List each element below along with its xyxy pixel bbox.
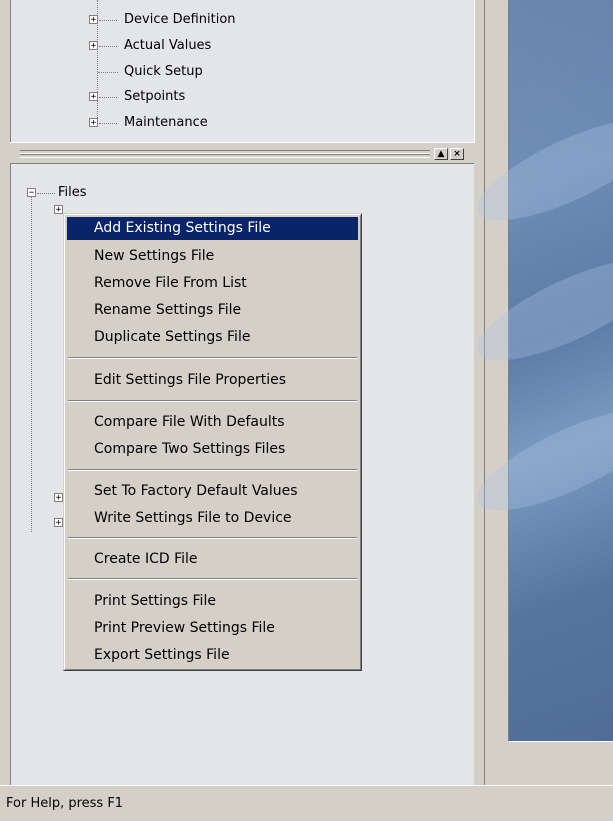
- tree-item-label[interactable]: Setpoints: [124, 87, 185, 107]
- menu-item-add-existing-settings-file[interactable]: Add Existing Settings File: [67, 217, 358, 240]
- expand-plus-icon[interactable]: +: [89, 92, 98, 102]
- tree-guide-line: [31, 197, 32, 532]
- navigation-tree-pane: + Device Definition + Actual Values Quic…: [10, 0, 475, 143]
- menu-item-create-icd-file[interactable]: Create ICD File: [67, 548, 358, 571]
- background-image: [465, 0, 613, 742]
- expand-plus-icon[interactable]: +: [54, 205, 63, 215]
- menu-item-edit-settings-file-properties[interactable]: Edit Settings File Properties: [67, 369, 358, 392]
- expand-plus-icon[interactable]: +: [89, 15, 98, 25]
- menu-item-write-settings-file-to-device[interactable]: Write Settings File to Device: [67, 507, 358, 530]
- pane-maximize-button[interactable]: ▲: [434, 148, 448, 160]
- context-menu: Add Existing Settings File New Settings …: [63, 213, 362, 671]
- pane-splitter[interactable]: ▲ ×: [10, 147, 474, 161]
- tree-item-label[interactable]: Device Definition: [124, 10, 236, 30]
- splitter-grip[interactable]: [20, 154, 430, 158]
- tree-connector: [99, 46, 117, 47]
- expand-plus-icon[interactable]: +: [54, 518, 63, 528]
- menu-item-rename-settings-file[interactable]: Rename Settings File: [67, 299, 358, 322]
- menu-separator: [68, 469, 357, 471]
- menu-item-duplicate-settings-file[interactable]: Duplicate Settings File: [67, 326, 358, 349]
- menu-separator: [68, 400, 357, 402]
- pane-close-button[interactable]: ×: [450, 148, 464, 160]
- triangle-up-icon: ▲: [437, 149, 445, 159]
- close-icon: ×: [453, 149, 461, 159]
- tree-connector: [99, 97, 117, 98]
- menu-item-print-preview-settings-file[interactable]: Print Preview Settings File: [67, 617, 358, 640]
- tree-item-quick-setup[interactable]: Quick Setup: [10, 62, 310, 82]
- status-text: For Help, press F1: [6, 796, 124, 811]
- tree-item-label[interactable]: Files: [58, 183, 87, 203]
- tree-connector: [99, 20, 117, 21]
- tree-item-maintenance[interactable]: + Maintenance: [10, 113, 310, 133]
- tree-item-label[interactable]: Actual Values: [124, 36, 211, 56]
- menu-separator: [68, 357, 357, 359]
- tree-connector: [99, 123, 117, 124]
- tree-item-device-definition[interactable]: + Device Definition: [10, 10, 310, 30]
- collapse-minus-icon[interactable]: −: [27, 188, 36, 198]
- menu-item-compare-file-with-defaults[interactable]: Compare File With Defaults: [67, 411, 358, 434]
- status-bar: For Help, press F1: [0, 785, 613, 821]
- expand-plus-icon[interactable]: +: [89, 118, 98, 128]
- vertical-splitter[interactable]: [484, 0, 498, 785]
- menu-item-print-settings-file[interactable]: Print Settings File: [67, 590, 358, 613]
- tree-item-setpoints[interactable]: + Setpoints: [10, 87, 310, 107]
- menu-item-remove-file-from-list[interactable]: Remove File From List: [67, 272, 358, 295]
- menu-item-compare-two-settings-files[interactable]: Compare Two Settings Files: [67, 438, 358, 461]
- right-panel: [465, 0, 613, 785]
- menu-item-new-settings-file[interactable]: New Settings File: [67, 245, 358, 268]
- expand-plus-icon[interactable]: +: [89, 41, 98, 51]
- menu-separator: [68, 578, 357, 580]
- tree-item-files[interactable]: − Files: [10, 183, 210, 203]
- menu-separator: [68, 537, 357, 539]
- menu-item-set-to-factory-default-values[interactable]: Set To Factory Default Values: [67, 480, 358, 503]
- tree-item-actual-values[interactable]: + Actual Values: [10, 36, 310, 56]
- tree-connector: [98, 72, 118, 73]
- tree-item-label[interactable]: Quick Setup: [124, 62, 203, 82]
- tree-connector: [37, 193, 55, 194]
- tree-item-label[interactable]: Maintenance: [124, 113, 208, 133]
- expand-plus-icon[interactable]: +: [54, 493, 63, 503]
- menu-item-export-settings-file[interactable]: Export Settings File: [67, 644, 358, 667]
